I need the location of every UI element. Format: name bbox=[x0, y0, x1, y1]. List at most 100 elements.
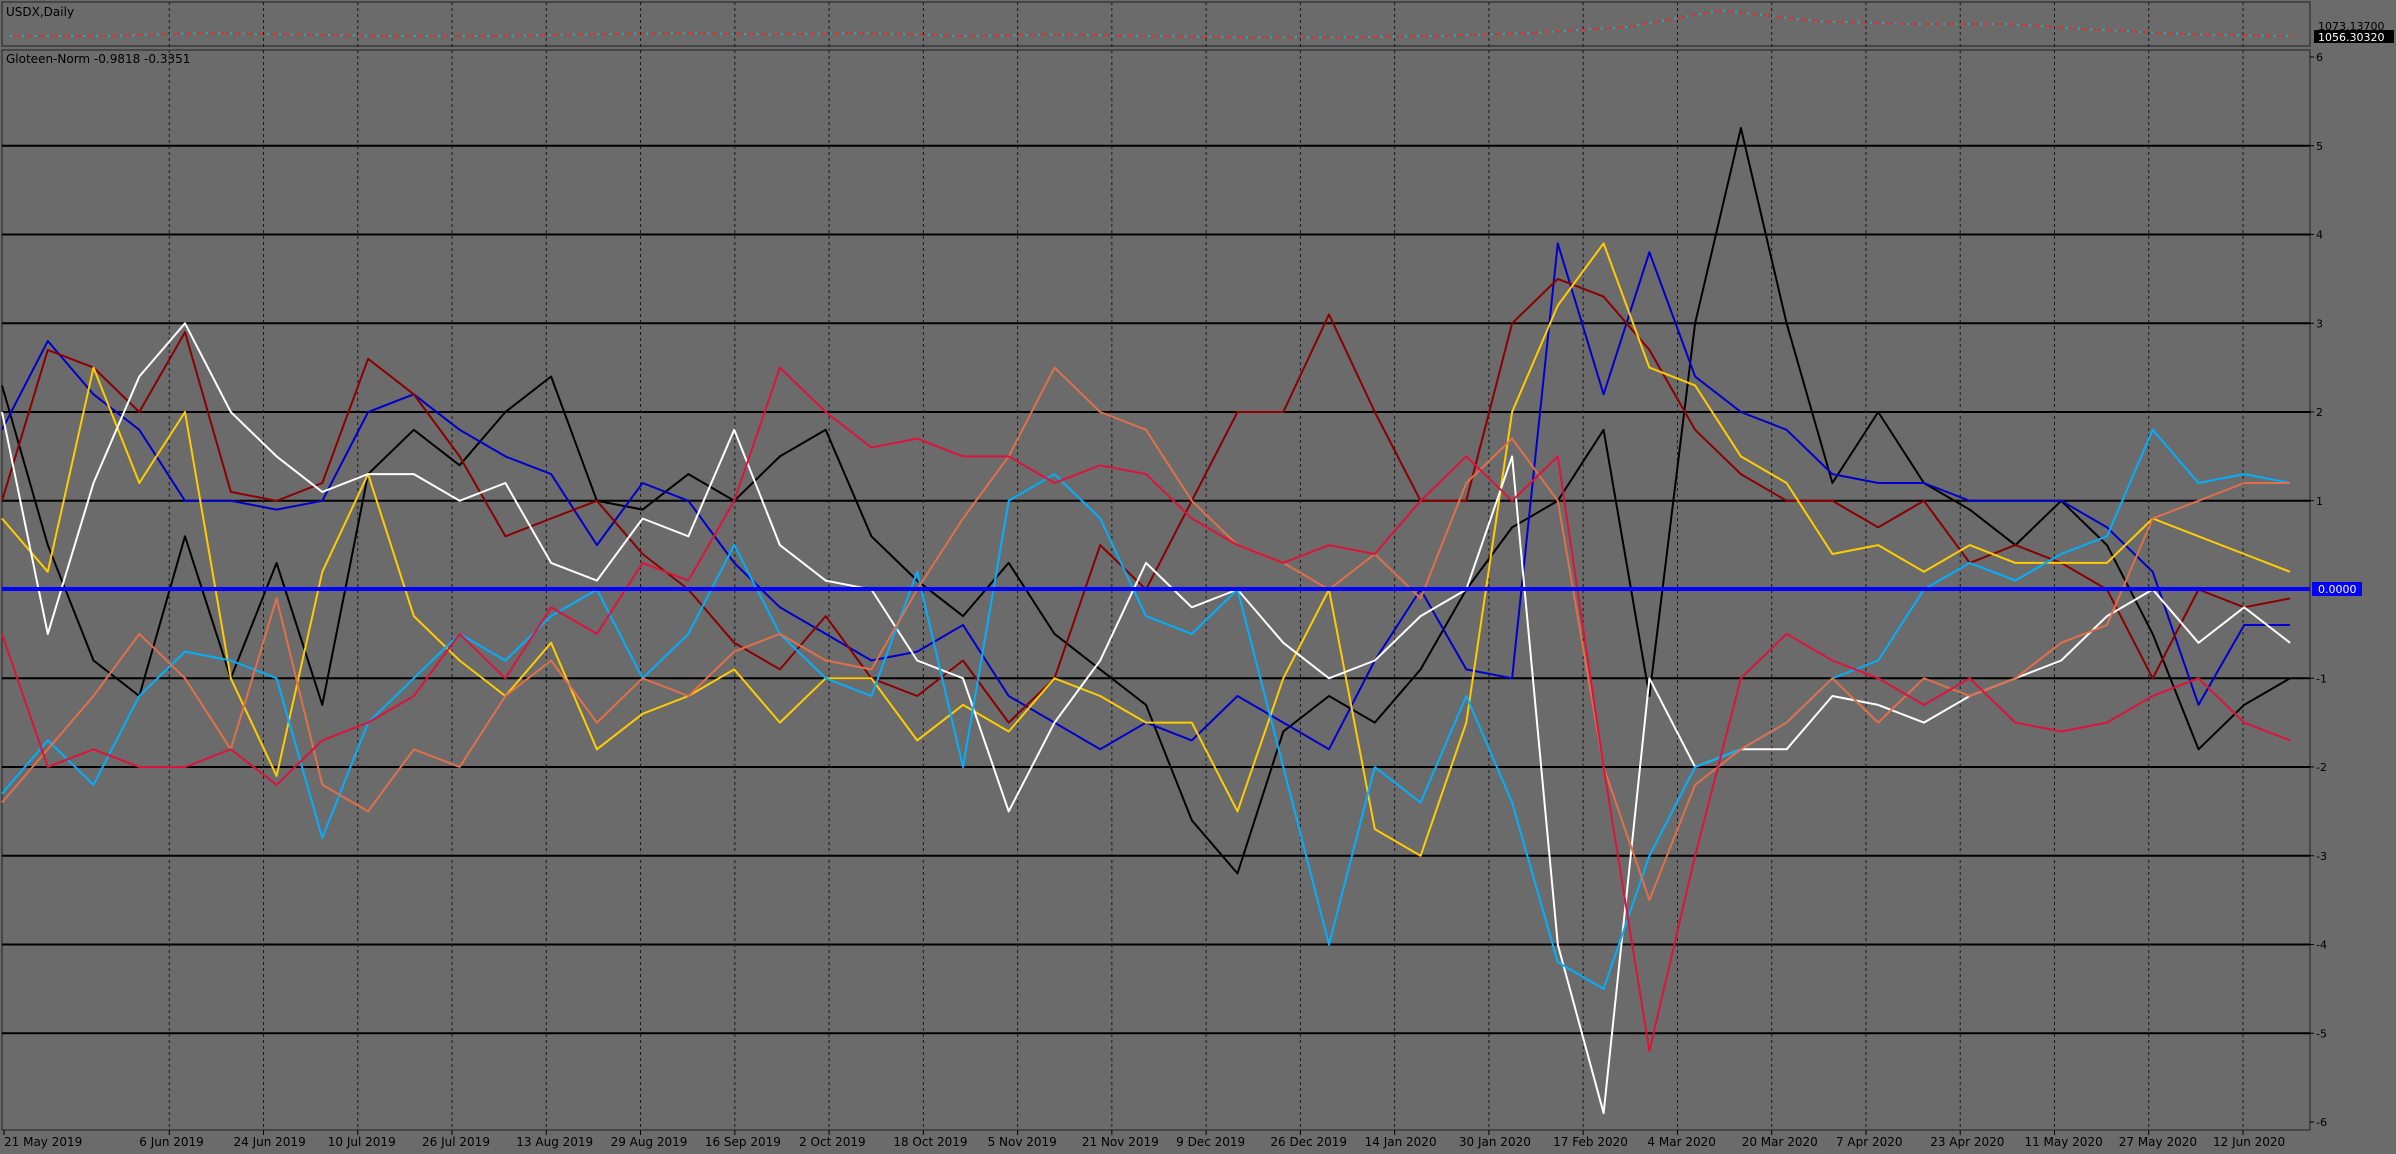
price-dot bbox=[891, 32, 893, 35]
price-dot bbox=[1604, 27, 1607, 30]
price-dot bbox=[2200, 33, 2203, 36]
price-dot bbox=[1319, 36, 1322, 39]
price-dot bbox=[279, 33, 282, 36]
price-dot bbox=[952, 34, 955, 37]
price-dot bbox=[793, 33, 796, 36]
price-dot bbox=[984, 34, 987, 37]
price-dot bbox=[246, 32, 249, 35]
price-dot bbox=[1090, 34, 1093, 37]
price-dot bbox=[642, 32, 645, 35]
price-dot bbox=[1678, 16, 1681, 19]
price-dot bbox=[658, 32, 661, 35]
x-tick-label: 20 Mar 2020 bbox=[1742, 1135, 1818, 1149]
price-dot bbox=[1396, 35, 1399, 38]
price-dot bbox=[511, 34, 514, 37]
price-dot bbox=[2065, 26, 2068, 29]
price-dot bbox=[442, 35, 445, 37]
price-dot bbox=[736, 33, 738, 35]
price-dot bbox=[189, 32, 192, 35]
price-dot bbox=[1380, 35, 1383, 38]
price-dot bbox=[1984, 23, 1987, 25]
price-dot bbox=[2155, 31, 2158, 34]
price-dot bbox=[944, 34, 946, 37]
price-dot bbox=[1906, 22, 1909, 25]
price-dot bbox=[764, 33, 767, 36]
x-tick-label: 14 Jan 2020 bbox=[1365, 1135, 1437, 1149]
price-dot bbox=[54, 35, 57, 37]
price-dot bbox=[1123, 34, 1126, 37]
price-dot bbox=[144, 33, 147, 36]
price-dot bbox=[2126, 30, 2129, 33]
price-dot bbox=[1115, 34, 1118, 37]
price-dot bbox=[393, 35, 396, 37]
price-dot bbox=[870, 32, 873, 35]
price-dot bbox=[205, 32, 208, 35]
x-tick-label: 2 Oct 2019 bbox=[799, 1135, 866, 1149]
price-dot bbox=[727, 32, 730, 35]
price-dot bbox=[1315, 36, 1318, 39]
price-dot bbox=[112, 34, 114, 37]
price-dot bbox=[389, 35, 392, 37]
price-dot bbox=[503, 34, 506, 37]
price-dot bbox=[776, 33, 779, 36]
price-dot bbox=[2130, 30, 2133, 33]
x-tick-label: 6 Jun 2019 bbox=[139, 1135, 204, 1149]
price-dot bbox=[99, 35, 102, 37]
price-dot bbox=[846, 32, 849, 35]
price-dot bbox=[1494, 33, 1497, 36]
price-dot bbox=[1690, 14, 1693, 17]
price-dot bbox=[324, 34, 327, 36]
price-dot bbox=[1531, 31, 1534, 34]
price-dot bbox=[1286, 36, 1289, 39]
price-dot bbox=[1425, 35, 1428, 38]
price-dot bbox=[1078, 33, 1081, 36]
price-dot bbox=[715, 32, 718, 35]
price-dot bbox=[858, 32, 861, 35]
price-dot bbox=[2024, 24, 2027, 27]
price-dot bbox=[75, 35, 78, 37]
price-dot bbox=[1062, 33, 1065, 36]
price-dot bbox=[2000, 23, 2003, 25]
price-dot bbox=[160, 33, 163, 36]
price-dot bbox=[491, 34, 494, 37]
price-dot bbox=[1898, 22, 1901, 25]
price-dot bbox=[1441, 34, 1444, 37]
price-dot bbox=[1417, 35, 1420, 38]
price-dot bbox=[181, 32, 184, 35]
price-dot bbox=[1751, 13, 1754, 15]
price-dot bbox=[177, 32, 180, 35]
price-dot bbox=[140, 33, 143, 36]
price-dot bbox=[1727, 10, 1730, 13]
price-dot bbox=[2159, 31, 2162, 34]
price-dot bbox=[344, 34, 347, 37]
price-dot bbox=[695, 32, 698, 35]
price-dot bbox=[1498, 33, 1501, 35]
price-dot bbox=[2106, 29, 2109, 32]
price-dot bbox=[1449, 34, 1452, 37]
price-dot bbox=[2008, 23, 2011, 26]
price-dot bbox=[209, 32, 212, 35]
price-dot bbox=[1233, 36, 1236, 39]
price-dot bbox=[1706, 11, 1709, 14]
price-dot bbox=[564, 33, 567, 36]
price-dot bbox=[2175, 32, 2178, 35]
price-dot bbox=[960, 35, 963, 37]
price-dot bbox=[156, 33, 159, 36]
price-dot bbox=[1837, 20, 1840, 23]
price-dot bbox=[519, 34, 522, 37]
price-dot bbox=[79, 35, 82, 37]
price-dot bbox=[1074, 33, 1077, 36]
price-dot bbox=[972, 34, 975, 37]
price-dot bbox=[1641, 23, 1644, 26]
price-dot bbox=[1360, 36, 1363, 39]
price-dot bbox=[1857, 21, 1860, 24]
price-dot bbox=[348, 34, 351, 37]
x-tick-label: 13 Aug 2019 bbox=[516, 1135, 593, 1149]
price-dot bbox=[1853, 21, 1856, 24]
price-dot bbox=[1196, 35, 1199, 38]
price-dot bbox=[813, 32, 816, 35]
price-dot bbox=[1808, 19, 1811, 22]
price-dot bbox=[1861, 21, 1864, 24]
chart-window: USDX,Daily 1073.13700 1056.30320 Gloteen… bbox=[0, 0, 2396, 1154]
price-dot bbox=[1547, 30, 1550, 33]
